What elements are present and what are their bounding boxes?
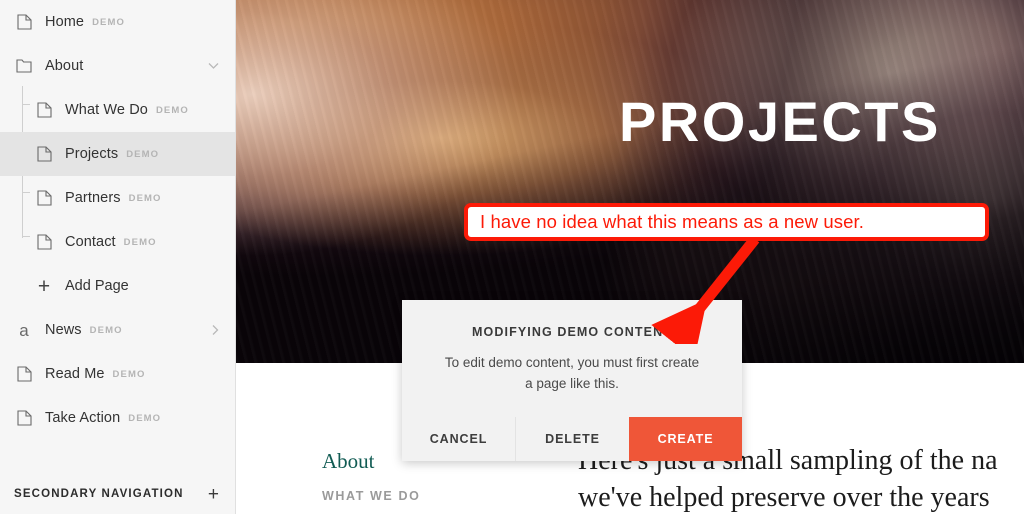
chevron-down-icon[interactable] (208, 63, 219, 70)
sidebar-item-label: Partners (65, 190, 121, 206)
sidebar-item-about[interactable]: About (0, 44, 235, 88)
sidebar-item-what-we-do[interactable]: What We Do DEMO (0, 88, 235, 132)
pages-sidebar: Home DEMO About What We Do DEMO Projects… (0, 0, 236, 514)
blog-a-icon: a (19, 320, 29, 340)
dialog-title: MODIFYING DEMO CONTENT (472, 325, 672, 339)
page-icon (34, 232, 54, 252)
plus-icon: + (37, 274, 51, 298)
demo-badge: DEMO (112, 368, 146, 380)
sidebar-item-label: Read Me (45, 366, 105, 382)
sidebar-item-projects[interactable]: Projects DEMO (0, 132, 235, 176)
page-title: PROJECTS (619, 90, 941, 153)
sidebar-item-read-me[interactable]: Read Me DEMO (0, 352, 235, 396)
page-icon (34, 144, 54, 164)
dialog-actions: CANCEL DELETE CREATE (402, 417, 742, 461)
sidebar-item-take-action[interactable]: Take Action DEMO (0, 396, 235, 440)
annotation-text: I have no idea what this means as a new … (480, 211, 864, 232)
demo-badge: DEMO (123, 236, 157, 248)
sidebar-item-home[interactable]: Home DEMO (0, 0, 235, 44)
delete-button[interactable]: DELETE (515, 417, 629, 461)
sidebar-item-label: Take Action (45, 410, 121, 426)
page-icon (14, 12, 34, 32)
sidebar-item-label: About (45, 58, 84, 74)
folder-icon (14, 56, 34, 76)
sidebar-item-contact[interactable]: Contact DEMO (0, 220, 235, 264)
sidebar-item-label: Projects (65, 146, 119, 162)
demo-badge: DEMO (128, 412, 162, 424)
cancel-button[interactable]: CANCEL (402, 417, 515, 461)
modifying-demo-content-dialog: MODIFYING DEMO CONTENT To edit demo cont… (402, 300, 742, 461)
page-icon (14, 364, 34, 384)
page-icon (34, 188, 54, 208)
plus-icon[interactable]: + (208, 485, 219, 504)
page-icon (34, 100, 54, 120)
sidebar-item-label: What We Do (65, 102, 148, 118)
dialog-body-line-1: To edit demo content, you must first cre… (444, 355, 700, 370)
section-kicker: WHAT WE DO (322, 489, 421, 503)
dialog-body: To edit demo content, you must first cre… (428, 353, 716, 395)
sidebar-item-label: News (45, 322, 82, 338)
sidebar-item-news[interactable]: a News DEMO (0, 308, 235, 352)
demo-badge: DEMO (126, 148, 160, 160)
sidebar-item-label: Home (45, 14, 85, 30)
add-page-button[interactable]: + Add Page (0, 264, 235, 308)
page-icon (14, 408, 34, 428)
chevron-right-icon[interactable] (212, 325, 219, 336)
demo-badge: DEMO (155, 104, 189, 116)
paragraph-line-2: we've helped preserve over the years (578, 481, 990, 513)
secondary-navigation-header: SECONDARY NAVIGATION + (0, 474, 235, 514)
annotation-callout: I have no idea what this means as a new … (464, 203, 989, 241)
sidebar-item-label: Contact (65, 234, 116, 250)
demo-badge: DEMO (89, 324, 123, 336)
sidebar-item-partners[interactable]: Partners DEMO (0, 176, 235, 220)
dialog-body-line-2: a page like this. (525, 375, 619, 391)
demo-badge: DEMO (128, 192, 162, 204)
create-button[interactable]: CREATE (629, 417, 742, 461)
secondary-navigation-title: SECONDARY NAVIGATION (14, 488, 184, 500)
add-page-label: Add Page (65, 278, 129, 294)
demo-badge: DEMO (92, 16, 125, 28)
cms-editor-screen: Home DEMO About What We Do DEMO Projects… (0, 0, 1024, 514)
